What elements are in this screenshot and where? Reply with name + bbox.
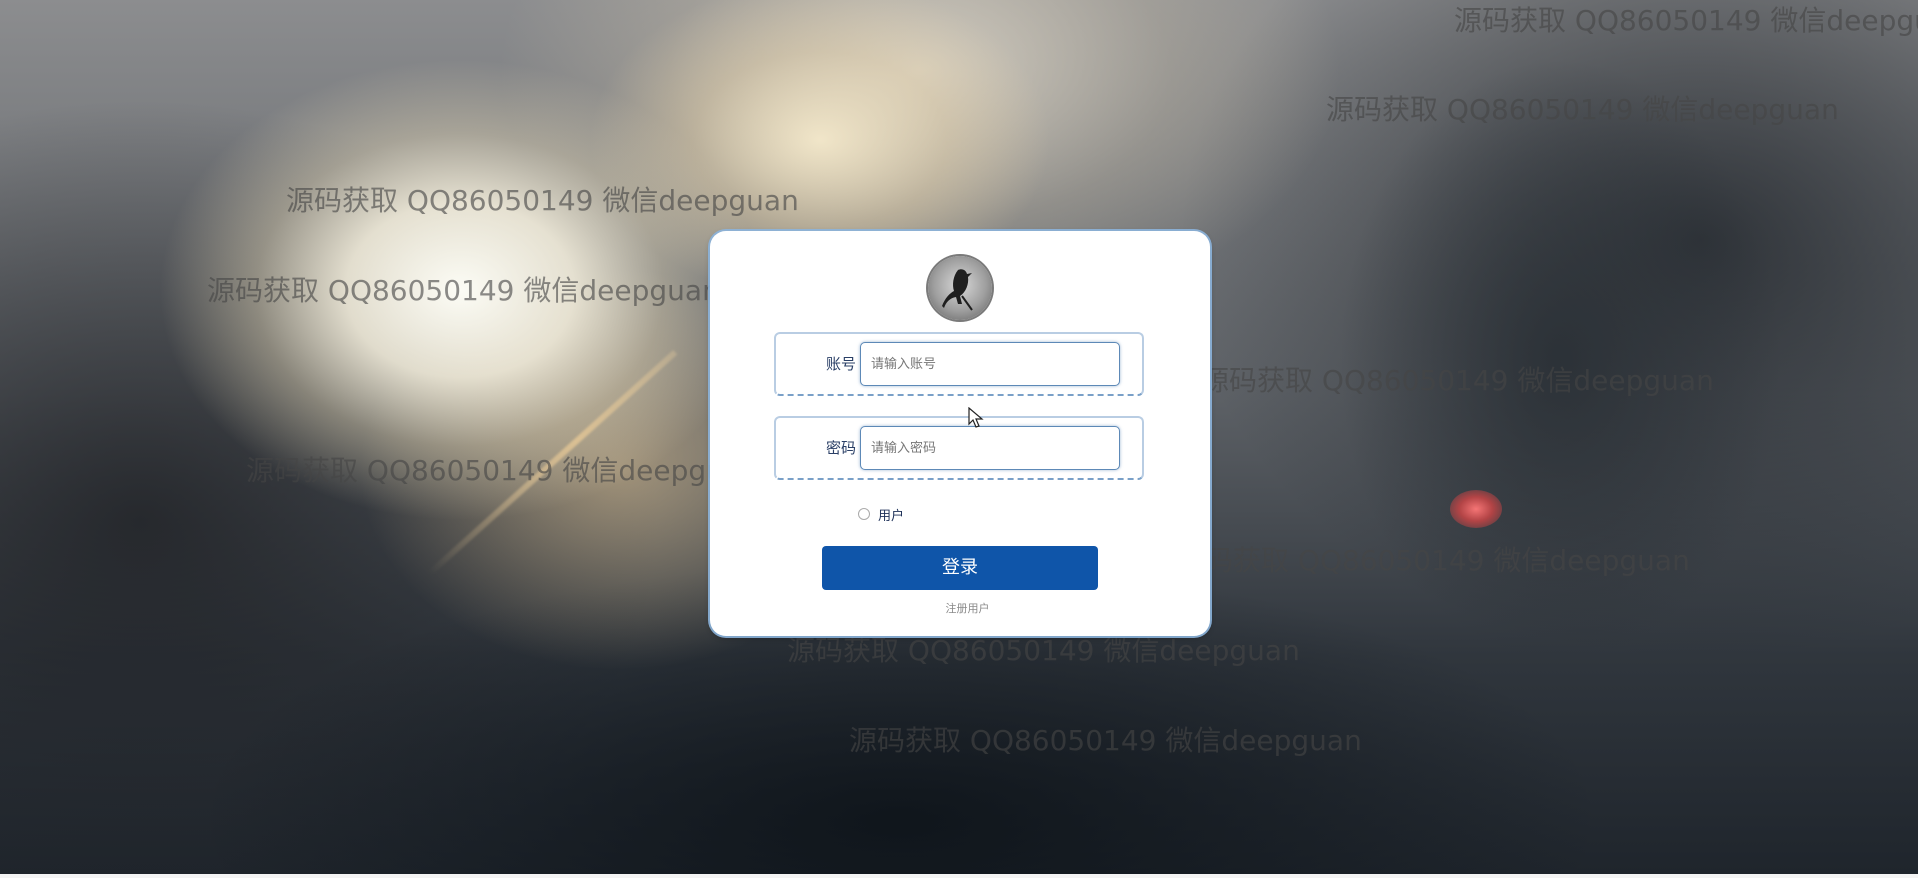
username-input[interactable] — [860, 342, 1120, 386]
login-page: 源码获取 QQ86050149 微信deepguan 源码获取 QQ860501… — [0, 0, 1918, 878]
page-bottom-edge — [0, 874, 1918, 878]
username-field-group: 账号 — [774, 332, 1144, 396]
bird-avatar-icon — [928, 256, 992, 320]
mouse-pointer-icon — [968, 406, 984, 429]
register-link[interactable]: 注册用户 — [710, 600, 1225, 616]
username-label: 账号 — [825, 355, 856, 373]
role-option-user[interactable]: 用户 — [858, 504, 904, 524]
login-card: 账号 密码 用户 登录 注册用户 — [710, 231, 1210, 636]
background-red-light — [1450, 490, 1502, 528]
login-button[interactable]: 登录 — [822, 546, 1098, 590]
password-field-group: 密码 — [774, 416, 1144, 480]
password-label: 密码 — [825, 439, 856, 457]
password-input[interactable] — [860, 426, 1120, 470]
role-label: 用户 — [878, 508, 905, 524]
role-radio-button[interactable] — [858, 508, 870, 520]
